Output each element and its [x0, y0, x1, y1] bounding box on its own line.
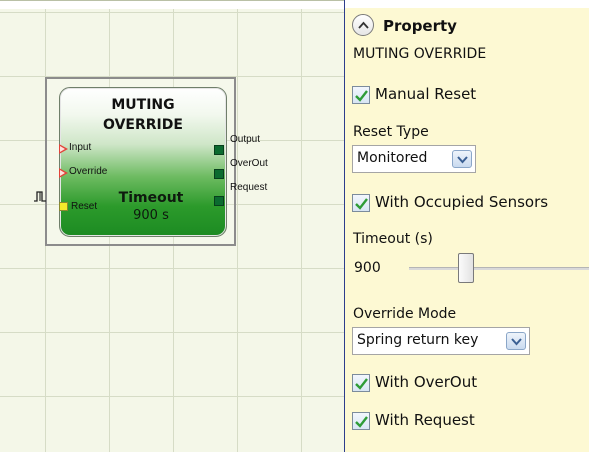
check-icon [355, 198, 368, 210]
chevron-down-icon [511, 338, 522, 346]
override-mode-value: Spring return key [357, 332, 479, 348]
input-port-override-icon[interactable] [59, 168, 68, 178]
override-mode-label: Override Mode [353, 306, 457, 322]
output-port-request-icon[interactable] [214, 196, 224, 206]
canvas-top-strip [0, 1, 344, 9]
panel-heading: Property [383, 17, 457, 35]
block-title-line-1: MUTING [111, 97, 175, 113]
input-port-override-label: Override [69, 166, 108, 177]
pulse-icon [34, 191, 46, 202]
chevron-down-icon [457, 156, 468, 164]
timeout-value: 900 [354, 260, 381, 276]
check-icon [355, 378, 368, 390]
with-occupied-sensors-row[interactable]: With Occupied Sensors [352, 193, 582, 215]
override-mode-dropdown-button[interactable] [506, 332, 526, 350]
with-request-label: With Request [375, 411, 475, 429]
output-port-request-label: Request [230, 182, 268, 193]
panel-subtitle: MUTING OVERRIDE [353, 46, 487, 62]
manual-reset-row[interactable]: Manual Reset [352, 85, 552, 107]
manual-reset-label: Manual Reset [375, 85, 477, 103]
input-port-input-icon[interactable] [59, 144, 68, 154]
output-port-output-icon[interactable] [214, 145, 224, 155]
manual-reset-checkbox[interactable] [352, 86, 370, 104]
override-mode-select[interactable]: Spring return key [352, 327, 530, 355]
reset-type-value: Monitored [357, 150, 428, 166]
property-panel: Property MUTING OVERRIDE Manual Reset Re… [344, 0, 589, 452]
timeout-slider-track[interactable] [409, 267, 589, 270]
block-timeout-label: Timeout [118, 190, 184, 206]
with-request-row[interactable]: With Request [352, 411, 552, 433]
check-icon [355, 90, 368, 102]
check-icon [355, 416, 368, 428]
output-port-output-label: Output [230, 134, 261, 145]
with-overout-row[interactable]: With OverOut [352, 373, 552, 395]
reset-type-label: Reset Type [353, 124, 429, 140]
timeout-slider-thumb[interactable] [458, 253, 474, 283]
reset-type-dropdown-button[interactable] [452, 150, 472, 168]
block-timeout-value: 900 s [133, 208, 169, 223]
input-port-reset-icon[interactable] [59, 202, 68, 211]
output-port-overout-icon[interactable] [214, 169, 224, 179]
input-port-reset-label: Reset [71, 201, 98, 212]
with-occupied-sensors-label: With Occupied Sensors [375, 193, 549, 211]
logic-canvas[interactable]: MUTING OVERRIDE Input Override Reset Out… [0, 0, 344, 452]
panel-top-strip [345, 0, 589, 8]
with-overout-label: With OverOut [375, 373, 478, 391]
with-occupied-sensors-checkbox[interactable] [352, 194, 370, 212]
output-port-overout-label: OverOut [230, 158, 268, 169]
collapse-panel-button[interactable] [352, 14, 374, 36]
timeout-label: Timeout (s) [353, 231, 433, 247]
with-request-checkbox[interactable] [352, 412, 370, 430]
input-port-input-label: Input [69, 142, 92, 153]
with-overout-checkbox[interactable] [352, 374, 370, 392]
block-title-line-2: OVERRIDE [103, 117, 183, 133]
reset-type-select[interactable]: Monitored [352, 145, 476, 173]
chevron-up-icon [358, 21, 369, 29]
